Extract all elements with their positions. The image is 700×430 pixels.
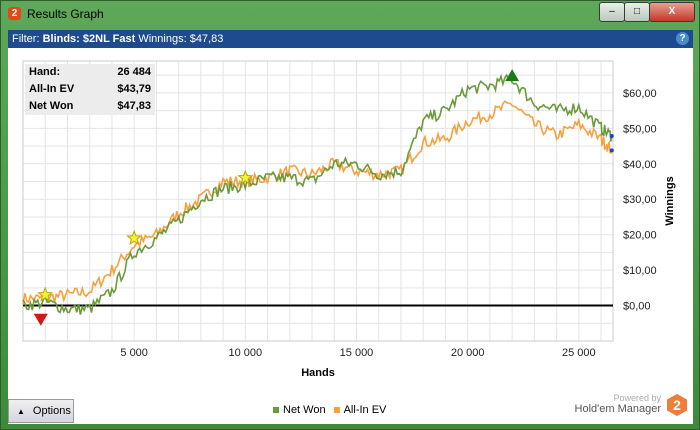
brand: Powered by Hold'em Manager bbox=[575, 393, 661, 415]
x-tick-label: 20 000 bbox=[451, 347, 485, 359]
arrow-up-icon: ▲ bbox=[17, 407, 25, 416]
y-tick-label: $20,00 bbox=[623, 230, 657, 242]
powered-by: Powered by bbox=[613, 393, 661, 403]
info-value: $43,79 bbox=[117, 83, 151, 95]
graph-client-area: Filter: Blinds: $2NL Fast Winnings: $47,… bbox=[8, 30, 693, 424]
y-tick-label: $50,00 bbox=[623, 123, 657, 135]
legend: Net Won All-In EV bbox=[273, 404, 386, 416]
info-row-hand: Hand: 26 484 bbox=[25, 64, 155, 81]
info-value: $47,83 bbox=[117, 100, 151, 112]
options-label: Options bbox=[32, 405, 71, 417]
y-tick-label: $40,00 bbox=[623, 159, 657, 171]
maximize-button[interactable]: □ bbox=[624, 2, 650, 22]
info-label: Hand: bbox=[29, 66, 61, 78]
legend-allin-ev: All-In EV bbox=[333, 404, 387, 416]
legend-swatch bbox=[333, 407, 340, 413]
info-value: 26 484 bbox=[117, 66, 151, 78]
legend-swatch bbox=[273, 407, 279, 413]
series-line-all-in-ev bbox=[22, 100, 613, 305]
close-button[interactable]: X bbox=[649, 2, 695, 22]
x-tick-label: 5 000 bbox=[120, 347, 148, 359]
options-button[interactable]: ▲ Options bbox=[8, 399, 74, 423]
brand-name: Hold'em Manager bbox=[574, 403, 661, 415]
y-tick-label: $30,00 bbox=[623, 194, 657, 206]
info-row-net-won: Net Won $47,83 bbox=[25, 98, 155, 115]
info-box: Hand: 26 484 All-In EV $43,79 Net Won $47,8… bbox=[25, 64, 155, 115]
x-tick-label: 25 000 bbox=[562, 347, 596, 359]
legend-net-won: Net Won bbox=[273, 404, 326, 416]
x-axis-title: Hands bbox=[301, 367, 335, 379]
legend-label: All-In EV bbox=[343, 404, 387, 416]
y-axis-title: Winnings bbox=[664, 176, 676, 225]
series-end-point bbox=[609, 134, 614, 139]
y-tick-label: $0,00 bbox=[623, 301, 651, 313]
x-tick-label: 10 000 bbox=[229, 347, 263, 359]
info-label: All-In EV bbox=[29, 83, 75, 95]
x-tick-label: 15 000 bbox=[340, 347, 374, 359]
minimize-button[interactable]: – bbox=[599, 2, 625, 22]
info-row-allin-ev: All-In EV $43,79 bbox=[25, 81, 155, 98]
series-end-point bbox=[609, 148, 614, 153]
info-label: Net Won bbox=[29, 100, 74, 112]
app-icon: 2 bbox=[8, 7, 21, 20]
y-tick-label: $10,00 bbox=[623, 265, 657, 277]
legend-label: Net Won bbox=[283, 404, 326, 416]
results-graph-window: 2 Results Graph – □ X Filter: Blinds: $2… bbox=[0, 0, 700, 430]
y-tick-label: $60,00 bbox=[623, 88, 657, 100]
window-title: Results Graph bbox=[27, 7, 104, 21]
